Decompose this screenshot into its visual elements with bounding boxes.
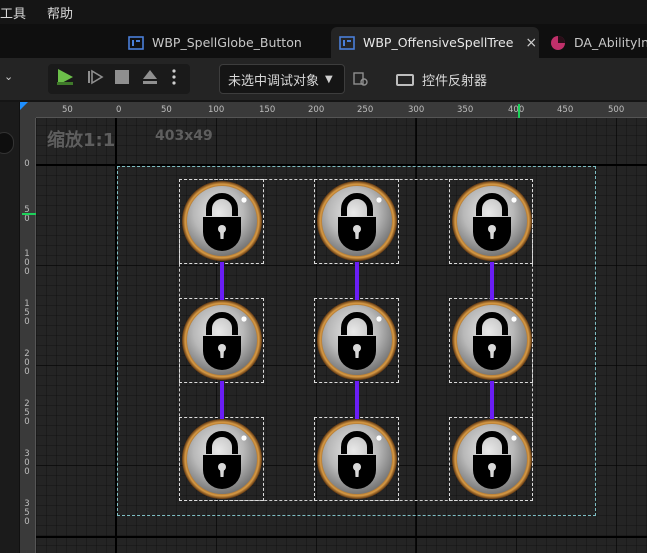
spell-globe-button[interactable] xyxy=(181,299,263,381)
ruler-tick-label: 500 xyxy=(608,105,625,115)
ruler-cursor-marker xyxy=(518,104,520,118)
ruler-tick-label: 350 xyxy=(457,105,474,115)
spell-globe-button[interactable] xyxy=(316,180,398,262)
tab-label: WBP_SpellGlobe_Button xyxy=(152,35,302,50)
ruler-tick-label: 2 0 0 xyxy=(24,349,30,377)
widget-blueprint-icon xyxy=(339,35,355,51)
tab-label: DA_AbilityInf xyxy=(574,35,647,50)
spell-connector-line xyxy=(355,262,359,300)
eject-icon xyxy=(141,68,159,90)
ruler-tick-label: 2 5 0 xyxy=(24,399,30,427)
ruler-tick-label: 3 5 0 xyxy=(24,499,30,527)
ruler-left xyxy=(20,118,36,553)
tab-wbp-spellglobe-button[interactable]: WBP_SpellGlobe_Button xyxy=(120,27,330,58)
spell-connector-line xyxy=(490,262,494,300)
widget-size-label: 403x49 xyxy=(155,128,213,144)
ruler-tick-label: 50 xyxy=(62,105,73,115)
lock-icon xyxy=(451,485,533,504)
chevron-down-icon: ▼ xyxy=(325,73,333,85)
spell-connector-line xyxy=(490,381,494,419)
ruler-tick-label: 1 0 0 xyxy=(24,249,30,277)
spell-globe-button[interactable] xyxy=(316,418,398,500)
ruler-tick-label: 0 xyxy=(24,159,30,169)
eject-button[interactable] xyxy=(137,64,163,94)
lock-icon xyxy=(316,485,398,504)
menu-bar: 工具 帮助 xyxy=(0,0,647,24)
debug-object-select[interactable]: 未选中调试对象 ▼ xyxy=(219,64,345,94)
spell-globe-button[interactable] xyxy=(451,418,533,500)
lock-icon xyxy=(451,366,533,385)
zoom-level-label: 缩放1:1 xyxy=(47,130,116,151)
tab-bar: WBP_SpellGlobe_Button WBP_OffensiveSpell… xyxy=(0,24,647,58)
spell-connector-line xyxy=(220,262,224,300)
ruler-tick-label: 1 5 0 xyxy=(24,299,30,327)
debug-object-value: 未选中调试对象 xyxy=(228,73,320,89)
spell-globe-button[interactable] xyxy=(451,299,533,381)
widget-blueprint-icon xyxy=(128,35,144,51)
ruler-tick-label: 250 xyxy=(357,105,374,115)
lock-icon xyxy=(181,247,263,266)
step-button[interactable] xyxy=(82,64,108,94)
tab-label: WBP_OffensiveSpellTree xyxy=(363,35,514,50)
tab-wbp-offensivespelltree[interactable]: WBP_OffensiveSpellTree × xyxy=(331,27,539,58)
tab-da-abilityinfo[interactable]: DA_AbilityInf xyxy=(542,27,647,58)
stop-button[interactable] xyxy=(109,64,135,94)
grid-major-line xyxy=(36,536,647,538)
spell-globe-button[interactable] xyxy=(181,418,263,500)
lock-icon xyxy=(316,247,398,266)
ruler-tick-label: 200 xyxy=(308,105,325,115)
spell-connector-line xyxy=(220,381,224,419)
lock-icon xyxy=(451,247,533,266)
spell-globe-button[interactable] xyxy=(181,180,263,262)
spell-globe-button[interactable] xyxy=(316,299,398,381)
ruler-cursor-marker xyxy=(22,213,36,215)
ruler-tick-label: 150 xyxy=(259,105,276,115)
stop-icon xyxy=(114,69,130,89)
ruler-tick-label: 300 xyxy=(408,105,425,115)
widget-reflector-icon xyxy=(396,73,414,86)
widget-reflector-label: 控件反射器 xyxy=(422,74,488,89)
menu-item-help[interactable]: 帮助 xyxy=(47,3,73,22)
ruler-top: 50 0 50 100 150 200 250 300 350 400 450 … xyxy=(20,102,647,118)
spell-globe-button[interactable] xyxy=(451,180,533,262)
more-options-button[interactable] xyxy=(164,64,184,94)
ruler-tick-label: 450 xyxy=(557,105,574,115)
lock-icon xyxy=(181,366,263,385)
toolbar: ⌄ 未选中调试对象 ▼ 控件反射器 xyxy=(0,58,647,100)
ruler-tick-label: 50 xyxy=(161,105,172,115)
chevron-down-icon[interactable]: ⌄ xyxy=(4,70,13,83)
play-controls-group xyxy=(48,64,190,94)
ruler-corner-marker xyxy=(20,102,28,110)
play-button[interactable] xyxy=(52,64,78,94)
play-icon xyxy=(55,67,75,91)
left-side-panel xyxy=(0,102,20,553)
more-vertical-icon xyxy=(172,69,176,89)
ruler-tick-label: 3 0 0 xyxy=(24,449,30,477)
data-asset-icon xyxy=(550,35,566,51)
close-icon[interactable]: × xyxy=(525,35,537,51)
spell-connector-line xyxy=(355,381,359,419)
lock-icon xyxy=(181,485,263,504)
ruler-tick-label: 400 xyxy=(508,105,525,115)
lock-icon xyxy=(316,366,398,385)
menu-item-tools[interactable]: 工具 xyxy=(0,3,26,22)
ruler-tick-label: 100 xyxy=(208,105,225,115)
ruler-tick-label: 0 xyxy=(116,105,122,115)
widget-reflector-button[interactable]: 控件反射器 xyxy=(396,70,487,89)
step-icon xyxy=(86,68,104,90)
find-debug-object-icon[interactable] xyxy=(352,70,370,92)
ruler-tick-label: 5 0 xyxy=(24,205,30,224)
